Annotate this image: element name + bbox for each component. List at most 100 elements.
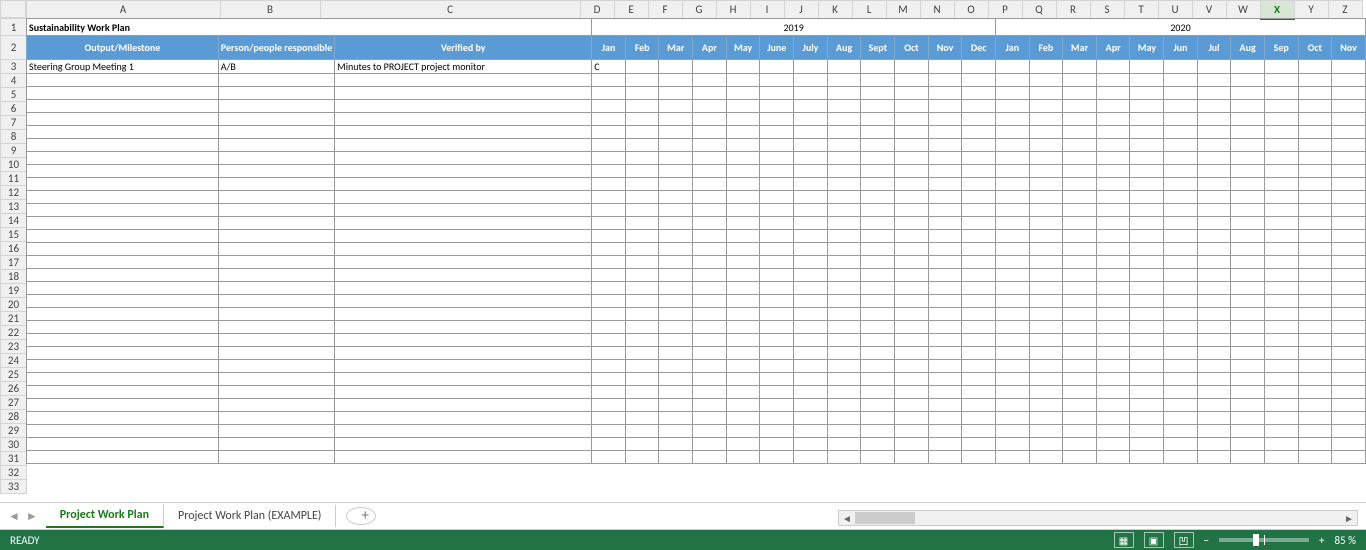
row-header-13[interactable]: 13 bbox=[1, 200, 27, 214]
cell-C32[interactable] bbox=[335, 438, 592, 451]
cell-T26[interactable] bbox=[1130, 360, 1164, 373]
cell-C9[interactable] bbox=[335, 139, 592, 152]
page-break-view-button[interactable]: 凹 bbox=[1174, 532, 1194, 548]
row-header-9[interactable]: 9 bbox=[1, 144, 27, 158]
cell-H24[interactable] bbox=[726, 334, 760, 347]
cell-N6[interactable] bbox=[928, 100, 962, 113]
cell-U12[interactable] bbox=[1164, 178, 1198, 191]
cell-A6[interactable] bbox=[27, 100, 219, 113]
cell-J4[interactable] bbox=[794, 74, 828, 87]
cell-Y25[interactable] bbox=[1298, 347, 1332, 360]
cell-G32[interactable] bbox=[693, 438, 727, 451]
cell-L32[interactable] bbox=[861, 438, 895, 451]
cell-N12[interactable] bbox=[928, 178, 962, 191]
column-header-L[interactable]: L bbox=[852, 1, 886, 19]
cell-T33[interactable] bbox=[1130, 451, 1164, 464]
cell-C16[interactable] bbox=[335, 230, 592, 243]
cell-H28[interactable] bbox=[726, 386, 760, 399]
cell-Y14[interactable] bbox=[1298, 204, 1332, 217]
cell-T16[interactable] bbox=[1130, 230, 1164, 243]
cell-S24[interactable] bbox=[1096, 334, 1130, 347]
cell-X12[interactable] bbox=[1264, 178, 1298, 191]
cell-P14[interactable] bbox=[996, 204, 1030, 217]
cell-N17[interactable] bbox=[928, 243, 962, 256]
cell-G3[interactable] bbox=[693, 60, 727, 74]
cell-R5[interactable] bbox=[1063, 87, 1097, 100]
cell-B13[interactable] bbox=[218, 191, 334, 204]
cell-K5[interactable] bbox=[827, 87, 861, 100]
cell-U9[interactable] bbox=[1164, 139, 1198, 152]
cell-R7[interactable] bbox=[1063, 113, 1097, 126]
cell-P31[interactable] bbox=[996, 425, 1030, 438]
cell-D27[interactable] bbox=[592, 373, 626, 386]
row-header-16[interactable]: 16 bbox=[1, 242, 27, 256]
normal-view-button[interactable]: ▦ bbox=[1114, 532, 1134, 548]
cell-B9[interactable] bbox=[218, 139, 334, 152]
header-cell[interactable]: Mar bbox=[659, 36, 693, 60]
cell-X33[interactable] bbox=[1264, 451, 1298, 464]
cell-C31[interactable] bbox=[335, 425, 592, 438]
cell-J16[interactable] bbox=[794, 230, 828, 243]
cell-K4[interactable] bbox=[827, 74, 861, 87]
cell-Y30[interactable] bbox=[1298, 412, 1332, 425]
row-header-5[interactable]: 5 bbox=[1, 88, 27, 102]
cell-T4[interactable] bbox=[1130, 74, 1164, 87]
cell-F28[interactable] bbox=[659, 386, 693, 399]
cell-A4[interactable] bbox=[27, 74, 219, 87]
cell-U17[interactable] bbox=[1164, 243, 1198, 256]
cell-X16[interactable] bbox=[1264, 230, 1298, 243]
cell-F30[interactable] bbox=[659, 412, 693, 425]
cell-Q6[interactable] bbox=[1029, 100, 1063, 113]
cell-A3[interactable]: Steering Group Meeting 1 bbox=[27, 60, 219, 74]
cell-H7[interactable] bbox=[726, 113, 760, 126]
column-header-T[interactable]: T bbox=[1124, 1, 1158, 19]
cell-F7[interactable] bbox=[659, 113, 693, 126]
cell-V12[interactable] bbox=[1197, 178, 1231, 191]
cell-M18[interactable] bbox=[895, 256, 929, 269]
cell-N14[interactable] bbox=[928, 204, 962, 217]
cell-R15[interactable] bbox=[1063, 217, 1097, 230]
cell-L11[interactable] bbox=[861, 165, 895, 178]
cell-R20[interactable] bbox=[1063, 282, 1097, 295]
cell-R26[interactable] bbox=[1063, 360, 1097, 373]
cell-P28[interactable] bbox=[996, 386, 1030, 399]
tab-project-work-plan[interactable]: Project Work Plan bbox=[46, 504, 164, 528]
row-header-17[interactable]: 17 bbox=[1, 256, 27, 270]
cell-L6[interactable] bbox=[861, 100, 895, 113]
cell-S4[interactable] bbox=[1096, 74, 1130, 87]
cell-U15[interactable] bbox=[1164, 217, 1198, 230]
cell-E21[interactable] bbox=[625, 295, 659, 308]
cell-B14[interactable] bbox=[218, 204, 334, 217]
cell-I6[interactable] bbox=[760, 100, 794, 113]
cell-Q18[interactable] bbox=[1029, 256, 1063, 269]
cell-L27[interactable] bbox=[861, 373, 895, 386]
cell-A26[interactable] bbox=[27, 360, 219, 373]
cell-R31[interactable] bbox=[1063, 425, 1097, 438]
cell-U21[interactable] bbox=[1164, 295, 1198, 308]
cell-H31[interactable] bbox=[726, 425, 760, 438]
cell-H3[interactable] bbox=[726, 60, 760, 74]
cell-E20[interactable] bbox=[625, 282, 659, 295]
cell-H12[interactable] bbox=[726, 178, 760, 191]
cell-A24[interactable] bbox=[27, 334, 219, 347]
row-header-14[interactable]: 14 bbox=[1, 214, 27, 228]
cell-Q15[interactable] bbox=[1029, 217, 1063, 230]
cell-U27[interactable] bbox=[1164, 373, 1198, 386]
cell-Q31[interactable] bbox=[1029, 425, 1063, 438]
cell-S14[interactable] bbox=[1096, 204, 1130, 217]
cell-N33[interactable] bbox=[928, 451, 962, 464]
cell-T27[interactable] bbox=[1130, 373, 1164, 386]
cell-Q17[interactable] bbox=[1029, 243, 1063, 256]
cell-T10[interactable] bbox=[1130, 152, 1164, 165]
cell-I33[interactable] bbox=[760, 451, 794, 464]
cell-R12[interactable] bbox=[1063, 178, 1097, 191]
cell-O28[interactable] bbox=[962, 386, 996, 399]
cell-F3[interactable] bbox=[659, 60, 693, 74]
row-header-3[interactable]: 3 bbox=[1, 60, 27, 74]
cell-G25[interactable] bbox=[693, 347, 727, 360]
cell-L14[interactable] bbox=[861, 204, 895, 217]
cell-E31[interactable] bbox=[625, 425, 659, 438]
cell-I5[interactable] bbox=[760, 87, 794, 100]
cell-O18[interactable] bbox=[962, 256, 996, 269]
cell-Z10[interactable] bbox=[1332, 152, 1366, 165]
